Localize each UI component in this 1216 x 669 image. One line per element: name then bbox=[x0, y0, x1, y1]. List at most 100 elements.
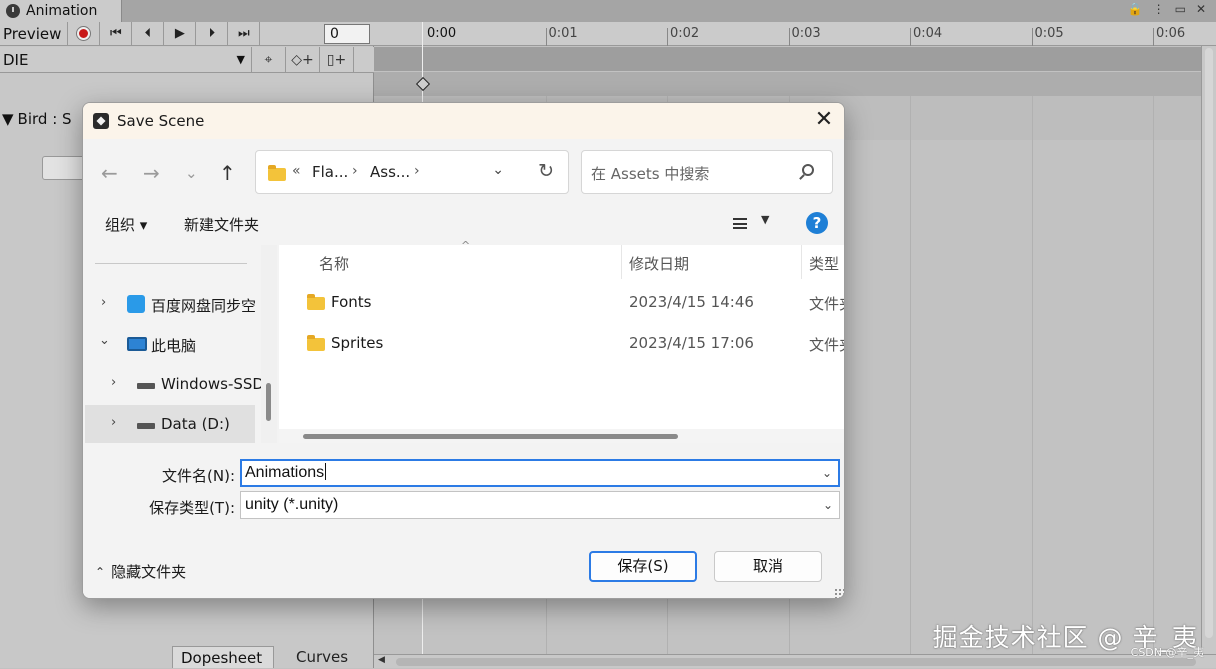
hide-folders-toggle[interactable]: ⌃ 隐藏文件夹 bbox=[95, 561, 186, 582]
property-row[interactable]: ▼ Bird : S bbox=[2, 110, 72, 128]
record-button[interactable] bbox=[68, 21, 101, 46]
resize-grip-icon[interactable] bbox=[834, 588, 844, 598]
nav-item-data-d[interactable]: › Data (D:) bbox=[85, 405, 255, 445]
add-keyframe-icon: ◇+ bbox=[291, 51, 314, 68]
play-icon: ▶ bbox=[174, 26, 185, 41]
timeline-tick-line bbox=[788, 28, 790, 46]
nav-pane-scroll-thumb[interactable] bbox=[266, 383, 271, 421]
save-button[interactable]: 保存(S) bbox=[589, 551, 697, 582]
maximize-icon[interactable]: ▭ bbox=[1175, 2, 1186, 16]
nav-item-this-pc[interactable]: ⌄ 此电脑 bbox=[87, 325, 257, 365]
folder-icon bbox=[307, 294, 325, 310]
frame-input[interactable]: 0 bbox=[324, 24, 370, 44]
timeline-horizontal-scrollbar[interactable]: ◀ bbox=[374, 654, 1216, 668]
new-folder-button[interactable]: 新建文件夹 bbox=[184, 214, 259, 235]
baidu-netdisk-icon bbox=[127, 295, 145, 313]
column-header-date[interactable]: 修改日期 bbox=[629, 253, 689, 274]
forward-arrow-icon[interactable]: → bbox=[143, 161, 160, 185]
filename-dropdown-icon[interactable]: ⌄ bbox=[822, 461, 832, 485]
last-keyframe-button[interactable]: ⏭ bbox=[228, 21, 261, 46]
clip-dropdown[interactable]: DIE ▼ bbox=[0, 46, 252, 73]
breadcrumb-item-assets[interactable]: Ass... bbox=[370, 163, 410, 181]
column-divider[interactable] bbox=[621, 245, 622, 279]
filetype-select[interactable]: unity (*.unity) ⌄ bbox=[240, 491, 840, 519]
file-list-scroll-thumb[interactable] bbox=[303, 434, 678, 439]
breadcrumb-item-flappy[interactable]: Fla... bbox=[312, 163, 348, 181]
vertical-scroll-thumb[interactable] bbox=[1205, 48, 1213, 638]
organize-menu[interactable]: 组织 ▾ bbox=[105, 214, 147, 235]
timeline-tick-line bbox=[1031, 28, 1033, 46]
back-arrow-icon[interactable]: ← bbox=[101, 161, 118, 185]
file-list: ^ 名称 修改日期 类型 Fonts 2023/4/15 14:46 文件夹 S… bbox=[279, 239, 844, 443]
column-divider[interactable] bbox=[801, 245, 802, 279]
chevron-right-icon[interactable]: › bbox=[111, 415, 116, 430]
close-icon[interactable]: ✕ bbox=[1196, 2, 1206, 16]
navigation-bar: ← → ⌄ ↑ « Fla... › Ass... › ⌄ ↻ 在 Assets… bbox=[83, 139, 844, 201]
grid-line bbox=[1153, 96, 1154, 656]
dialog-title: Save Scene bbox=[117, 112, 205, 130]
watermark-sub: CSDN @辛_夷 bbox=[1130, 646, 1204, 659]
first-keyframe-button[interactable]: ⏮ bbox=[100, 21, 133, 46]
hide-folders-label: 隐藏文件夹 bbox=[111, 563, 187, 581]
clip-name: DIE bbox=[3, 50, 29, 69]
timeline-ruler[interactable]: 0:00 0:01 0:02 0:03 0:04 0:05 0:06 bbox=[374, 22, 1216, 46]
refresh-icon[interactable]: ↻ bbox=[538, 160, 554, 182]
breadcrumb-separator[interactable]: › bbox=[414, 163, 420, 179]
text-caret bbox=[325, 463, 327, 480]
sort-caret-icon: ^ bbox=[461, 239, 471, 252]
preview-button[interactable]: Preview bbox=[0, 21, 69, 46]
file-row-sprites[interactable]: Sprites 2023/4/15 17:06 文件夹 bbox=[279, 324, 844, 364]
file-row-fonts[interactable]: Fonts 2023/4/15 14:46 文件夹 bbox=[279, 283, 844, 323]
breadcrumb-overflow[interactable]: « bbox=[292, 163, 301, 179]
add-event-button[interactable]: ▯+ bbox=[320, 46, 354, 73]
chevron-right-icon[interactable]: › bbox=[111, 375, 116, 390]
nav-label: 此电脑 bbox=[151, 337, 197, 355]
up-arrow-icon[interactable]: ↑ bbox=[219, 161, 236, 185]
filter-selected-button[interactable]: ⌖ bbox=[252, 46, 286, 73]
file-date: 2023/4/15 17:06 bbox=[629, 334, 754, 352]
column-header-type[interactable]: 类型 bbox=[809, 253, 839, 274]
event-row[interactable] bbox=[374, 47, 1201, 71]
file-list-horizontal-scrollbar[interactable] bbox=[279, 429, 844, 443]
dialog-titlebar: Save Scene ✕ bbox=[83, 103, 844, 139]
lock-icon[interactable]: 🔒 bbox=[1128, 2, 1143, 16]
filetype-dropdown-icon[interactable]: ⌄ bbox=[823, 492, 833, 518]
nav-item-baidu[interactable]: › 百度网盘同步空 bbox=[87, 285, 257, 325]
dopesheet-tab[interactable]: Dopesheet bbox=[172, 646, 274, 668]
timeline-tick-line bbox=[1153, 28, 1154, 46]
view-dropdown-icon[interactable]: ▼ bbox=[761, 213, 769, 226]
horizontal-scroll-thumb[interactable] bbox=[396, 658, 1196, 666]
add-keyframe-button[interactable]: ◇+ bbox=[286, 46, 320, 73]
next-keyframe-button[interactable]: ⏵ bbox=[196, 21, 229, 46]
animation-window-tabbar: Animation 🔒 ⋮ ▭ ✕ bbox=[0, 0, 1216, 22]
scroll-left-icon[interactable]: ◀ bbox=[378, 655, 385, 665]
address-bar[interactable]: « Fla... › Ass... › ⌄ ↻ bbox=[255, 150, 569, 194]
nav-pane-scrollbar[interactable] bbox=[261, 245, 277, 443]
filename-value: Animations bbox=[245, 464, 325, 481]
more-options-icon[interactable]: ⋮ bbox=[1153, 2, 1165, 16]
filename-input[interactable]: Animations ⌄ bbox=[240, 459, 840, 487]
chevron-down-icon[interactable]: ⌄ bbox=[99, 333, 110, 348]
chevron-up-icon: ⌃ bbox=[95, 564, 106, 579]
search-field[interactable]: 在 Assets 中搜索 bbox=[581, 150, 833, 194]
expand-triangle-icon[interactable]: ▼ bbox=[2, 110, 14, 128]
dialog-close-button[interactable]: ✕ bbox=[810, 107, 838, 135]
view-options-icon[interactable] bbox=[733, 218, 747, 229]
summary-row[interactable] bbox=[374, 72, 1201, 96]
chevron-right-icon[interactable]: › bbox=[101, 295, 106, 310]
play-button[interactable]: ▶ bbox=[164, 21, 197, 46]
cancel-button[interactable]: 取消 bbox=[714, 551, 822, 582]
animation-tab-label: Animation bbox=[26, 3, 98, 19]
column-header-name[interactable]: 名称 bbox=[319, 253, 349, 274]
previous-keyframe-button[interactable]: ⏴ bbox=[132, 21, 165, 46]
address-dropdown-icon[interactable]: ⌄ bbox=[492, 162, 504, 178]
curves-tab[interactable]: Curves bbox=[288, 646, 356, 668]
timeline-tick-label: 0:03 bbox=[791, 26, 821, 41]
clip-toolbar: DIE ▼ ⌖ ◇+ ▯+ bbox=[0, 46, 374, 73]
animation-tab[interactable]: Animation bbox=[0, 0, 122, 22]
help-icon[interactable]: ? bbox=[806, 212, 828, 234]
recent-locations-chevron-icon[interactable]: ⌄ bbox=[185, 164, 198, 182]
nav-item-windows-ssd[interactable]: › Windows-SSD bbox=[87, 365, 264, 405]
timeline-vertical-scrollbar[interactable] bbox=[1201, 46, 1216, 656]
folder-icon bbox=[307, 335, 325, 351]
